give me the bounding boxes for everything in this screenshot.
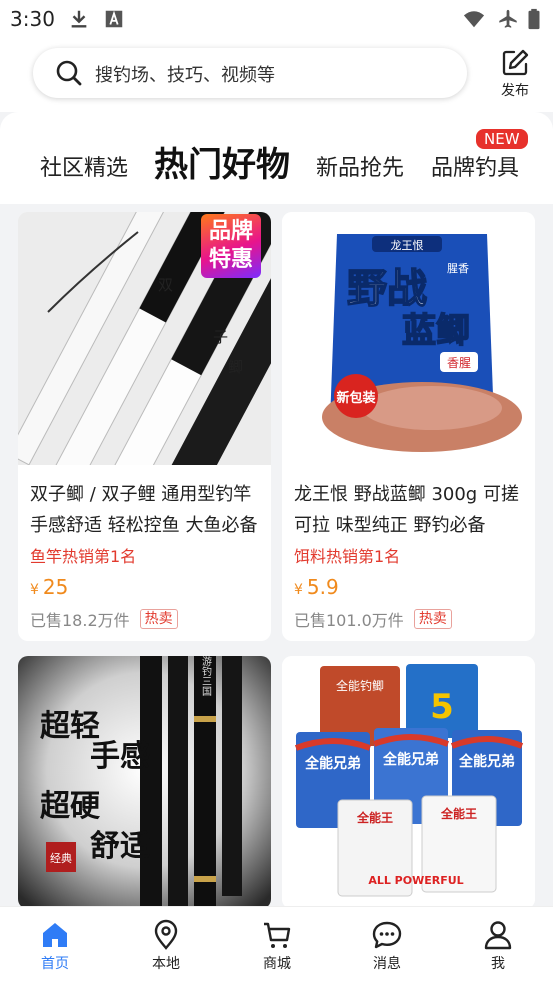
download-icon [71,10,87,28]
new-package-sticker: 新包装 [336,390,375,406]
bait-title-1: 野战 [347,266,427,312]
profile-icon [484,921,512,950]
product-card[interactable]: 超轻 超硬 手感 舒适 经典 游钓三国 [18,656,271,906]
currency-symbol: ¥ [294,582,303,598]
ink-text-right-2: 舒适 [90,829,150,864]
status-bar: 3:30 [0,0,553,38]
pack-1-label: 全能钓鲫 [336,678,384,693]
product-card[interactable]: 全能钓鲫 5 全能兄弟 全能兄弟 全能兄弟 全能王 全能王 ALL POWERF… [282,656,535,906]
bottom-nav: 首页 本地 商城 消息 我 [0,906,553,983]
bait-flavor: 香腥 [447,356,471,370]
nav-mall[interactable]: 商城 [247,919,307,973]
nav-mall-label: 商城 [263,956,291,972]
wifi-icon [463,11,485,28]
price-value: 5.9 [306,575,339,599]
font-icon [105,10,123,28]
product-image-rod-ink: 超轻 超硬 手感 舒适 经典 游钓三国 [18,656,271,906]
product-feed: 双 子 鲫 品牌特惠 双子鲫 / 双子鲤 通用型钓竿 手感舒适 轻松控鱼 大鱼必… [0,204,553,906]
message-icon [372,921,402,949]
sold-count: 已售18.2万件 [30,611,130,630]
hot-tag: 热卖 [139,609,178,629]
nav-home-label: 首页 [41,956,69,972]
tab-hot-goods[interactable]: 热门好物 [154,137,290,186]
pack-6-label: 全能王 [440,806,477,821]
product-title: 双子鲫 / 双子鲤 通用型钓竿 手感舒适 轻松控鱼 大鱼必备 [30,484,258,536]
svg-text:5: 5 [430,687,454,727]
status-time: 3:30 [10,7,55,31]
battery-icon [528,8,540,30]
pack-english-label: ALL POWERFUL [368,874,463,887]
edit-icon [502,49,529,76]
rod-print: 游钓三国 [200,656,212,697]
pack-5-label: 全能王 [356,810,393,825]
category-tabs: 社区精选 热门好物 新品抢先 品牌钓具 NEW [0,112,553,204]
product-title: 龙王恨 野战蓝鲫 300g 可搓可拉 味型纯正 野钓必备 [294,484,519,536]
pack-4-label: 全能兄弟 [458,753,515,770]
product-image-fishing-rod: 双 子 鲫 品牌特惠 [18,212,271,465]
publish-label: 发布 [501,83,529,99]
bait-side: 腥香 [447,262,469,275]
nav-profile[interactable]: 我 [468,919,528,973]
product-meta: 已售101.0万件 热卖 [294,607,523,631]
header: 搜钓场、技巧、视频等 发布 [0,38,553,116]
product-image-bait-bag: 龙王恨 野战 蓝鲫 腥香 香腥 新包装 [282,212,535,465]
cart-icon [264,922,291,948]
search-icon [56,60,82,86]
rod-text-3: 鲫 [228,358,243,376]
ink-seal: 经典 [50,851,72,865]
search-placeholder: 搜钓场、技巧、视频等 [95,65,275,86]
product-image-bait-bundle: 全能钓鲫 5 全能兄弟 全能兄弟 全能兄弟 全能王 全能王 ALL POWERF… [282,656,535,906]
currency-symbol: ¥ [30,582,39,598]
tab-brand-gear[interactable]: 品牌钓具 [431,150,519,182]
sold-count: 已售101.0万件 [294,611,404,630]
airplane-icon [499,9,517,28]
product-card[interactable]: 双 子 鲫 品牌特惠 双子鲫 / 双子鲤 通用型钓竿 手感舒适 轻松控鱼 大鱼必… [18,212,271,641]
nav-local-label: 本地 [152,956,180,972]
pack-2-label: 全能兄弟 [304,755,361,772]
nav-home[interactable]: 首页 [25,919,85,973]
product-rank: 饵料热销第1名 [294,547,401,566]
pack-3-label: 全能兄弟 [382,751,439,768]
product-rank: 鱼竿热销第1名 [30,547,137,566]
nav-local[interactable]: 本地 [136,919,196,973]
rod-text-1: 双 [158,276,173,294]
product-card[interactable]: 龙王恨 野战 蓝鲫 腥香 香腥 新包装 龙王恨 野战蓝鲫 300g 可搓可拉 味… [282,212,535,641]
category-tabs-wrap: 社区精选 热门好物 新品抢先 品牌钓具 NEW [0,112,553,204]
ink-text-right-1: 手感 [90,739,150,774]
tab-new-products[interactable]: 新品抢先 [316,150,404,182]
hot-tag: 热卖 [413,609,452,629]
brand-deal-badge: 品牌特惠 [201,214,261,278]
nav-messages[interactable]: 消息 [357,919,417,973]
publish-button[interactable]: 发布 [490,48,540,102]
rod-text-2: 子 [213,328,228,346]
product-meta: 已售18.2万件 热卖 [30,607,259,631]
location-icon [154,919,178,950]
tab-community-picks[interactable]: 社区精选 [40,150,128,182]
home-icon [43,923,67,947]
product-price: ¥5.9 [294,575,523,599]
product-price: ¥25 [30,575,259,599]
price-value: 25 [42,575,69,599]
search-bar[interactable]: 搜钓场、技巧、视频等 [33,48,467,98]
new-badge: NEW [476,129,528,149]
bait-title-2: 蓝鲫 [402,311,470,351]
ink-text-left-2: 超硬 [40,789,101,824]
bait-brand: 龙王恨 [391,238,424,252]
nav-messages-label: 消息 [373,956,401,972]
nav-profile-label: 我 [491,956,505,972]
